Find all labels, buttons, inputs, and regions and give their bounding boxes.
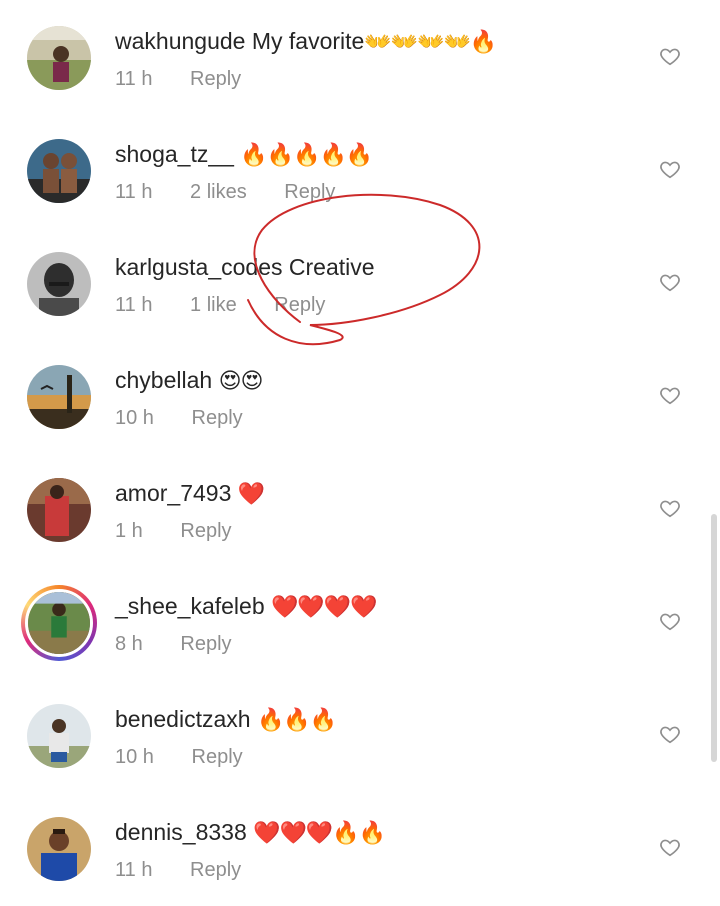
- comment-time: 11 h: [115, 181, 153, 203]
- comment-username[interactable]: benedictzaxh: [115, 706, 251, 732]
- avatar-image: [27, 478, 91, 542]
- heart-outline-icon[interactable]: [659, 45, 681, 67]
- avatar[interactable]: [27, 478, 91, 542]
- reply-button[interactable]: Reply: [284, 181, 335, 203]
- comment-item: dennis_8338 ❤️❤️❤️🔥🔥 11 h Reply: [0, 791, 720, 904]
- avatar-image: [27, 817, 91, 881]
- avatar-image: [27, 139, 91, 203]
- avatar[interactable]: [27, 252, 91, 316]
- comment-time: 11 h: [115, 859, 153, 881]
- heart-outline-icon[interactable]: [659, 384, 681, 406]
- comment-emoji: 😍😍: [218, 368, 264, 393]
- avatar[interactable]: [27, 365, 91, 429]
- comment-time: 10 h: [115, 407, 154, 429]
- story-ring-avatar[interactable]: [21, 585, 97, 661]
- comment-likes[interactable]: 1 like: [190, 294, 237, 316]
- comment-item: chybellah 😍😍 10 h Reply: [0, 339, 720, 452]
- reply-button[interactable]: Reply: [180, 520, 231, 542]
- scrollbar[interactable]: [711, 514, 717, 762]
- comment-likes[interactable]: 2 likes: [190, 181, 247, 203]
- avatar-image: [27, 26, 91, 90]
- avatar[interactable]: [27, 139, 91, 203]
- comment-emoji: ❤️: [237, 481, 265, 506]
- comment-emoji: 🔥🔥🔥🔥🔥: [240, 142, 373, 167]
- avatar[interactable]: [27, 704, 91, 768]
- comment-time: 8 h: [115, 633, 143, 655]
- heart-outline-icon[interactable]: [659, 271, 681, 293]
- comment-item: benedictzaxh 🔥🔥🔥 10 h Reply: [0, 678, 720, 791]
- heart-outline-icon[interactable]: [659, 836, 681, 858]
- avatar-image: [27, 252, 91, 316]
- reply-button[interactable]: Reply: [192, 746, 243, 768]
- heart-outline-icon[interactable]: [659, 158, 681, 180]
- comment-text: My favorite: [251, 28, 365, 54]
- comment-item: _shee_kafeleb ❤️❤️❤️❤️ 8 h Reply: [0, 565, 720, 678]
- comment-item: amor_7493 ❤️ 1 h Reply: [0, 452, 720, 565]
- comment-time: 11 h: [115, 68, 153, 90]
- comment-emoji: 👐👐👐👐🔥: [364, 29, 497, 54]
- comment-time: 1 h: [115, 520, 143, 542]
- comment-text: Creative: [288, 254, 375, 280]
- comment-username[interactable]: karlgusta_codes: [115, 254, 283, 280]
- reply-button[interactable]: Reply: [190, 859, 241, 881]
- heart-outline-icon[interactable]: [659, 610, 681, 632]
- comment-username[interactable]: shoga_tz__: [115, 141, 234, 167]
- comment-username[interactable]: amor_7493: [115, 480, 231, 506]
- comment-item: shoga_tz__ 🔥🔥🔥🔥🔥 11 h 2 likes Reply: [0, 113, 720, 226]
- heart-outline-icon[interactable]: [659, 497, 681, 519]
- reply-button[interactable]: Reply: [190, 68, 241, 90]
- comment-time: 10 h: [115, 746, 154, 768]
- avatar-image: [25, 589, 93, 657]
- reply-button[interactable]: Reply: [180, 633, 231, 655]
- comment-emoji: ❤️❤️❤️🔥🔥: [253, 820, 386, 845]
- comment-username[interactable]: chybellah: [115, 367, 212, 393]
- comment-item: karlgusta_codes Creative 11 h 1 like Rep…: [0, 226, 720, 339]
- reply-button[interactable]: Reply: [192, 407, 243, 429]
- comment-username[interactable]: _shee_kafeleb: [115, 593, 265, 619]
- comment-time: 11 h: [115, 294, 153, 316]
- comment-username[interactable]: dennis_8338: [115, 819, 247, 845]
- heart-outline-icon[interactable]: [659, 723, 681, 745]
- comment-emoji: 🔥🔥🔥: [256, 707, 337, 732]
- avatar-image: [27, 365, 91, 429]
- comment-username[interactable]: wakhungude: [115, 28, 245, 54]
- avatar-image: [27, 704, 91, 768]
- comment-emoji: ❤️❤️❤️❤️: [271, 594, 378, 619]
- reply-button[interactable]: Reply: [274, 294, 325, 316]
- avatar[interactable]: [27, 26, 91, 90]
- avatar[interactable]: [27, 817, 91, 881]
- comment-item: wakhungude My favorite👐👐👐👐🔥 11 h Reply: [0, 0, 720, 113]
